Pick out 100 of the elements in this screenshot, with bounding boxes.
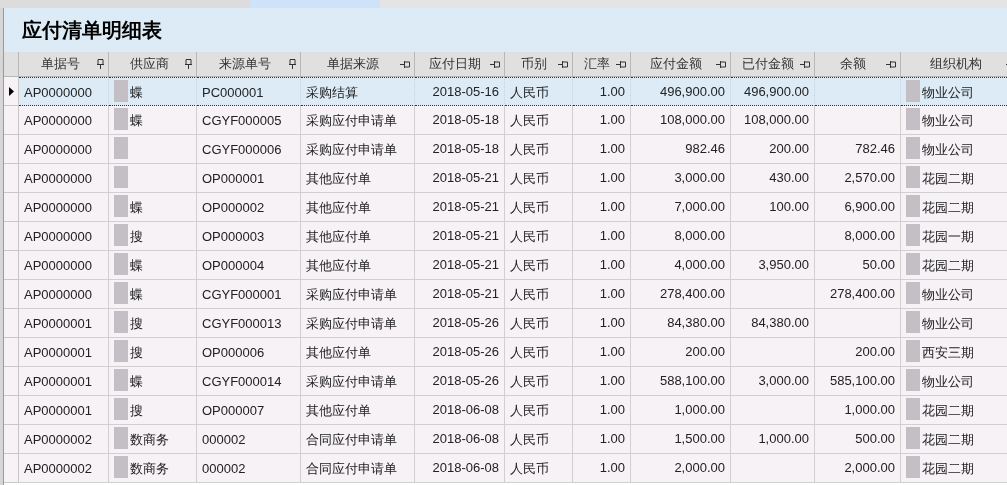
table-cell: AP0000000 <box>19 193 109 222</box>
current-row-icon <box>8 86 14 96</box>
table-cell: 蝶 <box>109 77 197 106</box>
pin-icon[interactable] <box>716 60 726 68</box>
pin-icon[interactable] <box>289 59 296 69</box>
pin-icon[interactable] <box>400 60 410 68</box>
table-cell: 花园二期 <box>901 164 1007 193</box>
redaction-block <box>114 456 128 478</box>
table-cell: CGYF000006 <box>197 135 301 164</box>
table-cell: AP0000000 <box>19 280 109 309</box>
table-cell: 496,900.00 <box>731 77 815 106</box>
redaction-block <box>906 108 920 130</box>
table-cell: 合同应付申请单 <box>301 425 415 454</box>
redaction-block <box>114 253 128 275</box>
table-cell: 人民币 <box>505 135 573 164</box>
table-cell: AP0000002 <box>19 425 109 454</box>
table-cell: 人民币 <box>505 280 573 309</box>
column-header[interactable]: 余额 <box>815 52 901 77</box>
table-cell: 000002 <box>197 454 301 483</box>
table-cell: 物业公司 <box>901 77 1007 106</box>
table-cell: 采购应付申请单 <box>301 309 415 338</box>
table-cell: 1.00 <box>573 251 631 280</box>
table-cell: 蝶 <box>109 106 197 135</box>
table-cell: CGYF000001 <box>197 280 301 309</box>
pin-icon[interactable] <box>185 59 192 69</box>
table-cell: 人民币 <box>505 251 573 280</box>
table-cell: 蝶 <box>109 280 197 309</box>
column-header[interactable]: 供应商 <box>109 52 197 77</box>
column-header[interactable]: 来源单号 <box>197 52 301 77</box>
table-cell: 108,000.00 <box>731 106 815 135</box>
table-cell: 2,570.00 <box>815 164 901 193</box>
table-cell: 人民币 <box>505 396 573 425</box>
column-header[interactable]: 单据号 <box>19 52 109 77</box>
redaction-block <box>906 398 920 420</box>
table-cell: 1.00 <box>573 135 631 164</box>
table-cell: 585,100.00 <box>815 367 901 396</box>
redaction-block <box>906 282 920 304</box>
table-cell: 花园二期 <box>901 425 1007 454</box>
pin-icon[interactable] <box>616 60 626 68</box>
table-cell: 1.00 <box>573 454 631 483</box>
table-cell: 其他应付单 <box>301 193 415 222</box>
column-header[interactable]: 组织机构 <box>901 52 1007 77</box>
table-cell: 花园二期 <box>901 251 1007 280</box>
table-cell: 1.00 <box>573 193 631 222</box>
table-cell: AP0000001 <box>19 338 109 367</box>
column-header[interactable]: 单据来源 <box>301 52 415 77</box>
table-cell: AP0000000 <box>19 106 109 135</box>
table-cell: 采购应付申请单 <box>301 367 415 396</box>
table-cell: 1.00 <box>573 309 631 338</box>
table-cell: 2018-06-08 <box>415 425 505 454</box>
pin-icon[interactable] <box>490 60 500 68</box>
table-cell: 搜 <box>109 222 197 251</box>
table-cell: 2018-05-21 <box>415 164 505 193</box>
row-header[interactable] <box>4 77 19 106</box>
table-cell: 人民币 <box>505 193 573 222</box>
column-header[interactable]: 应付金额 <box>631 52 731 77</box>
table-cell: 采购应付申请单 <box>301 135 415 164</box>
column-header[interactable]: 汇率 <box>573 52 631 77</box>
table-cell: OP000006 <box>197 338 301 367</box>
table-cell: 采购应付申请单 <box>301 280 415 309</box>
table-cell: 人民币 <box>505 454 573 483</box>
table-cell: 物业公司 <box>901 135 1007 164</box>
redaction-block <box>906 311 920 333</box>
table-cell: 1.00 <box>573 367 631 396</box>
column-header[interactable]: 应付日期 <box>415 52 505 77</box>
table-cell: 2018-05-21 <box>415 280 505 309</box>
pin-icon[interactable] <box>97 59 104 69</box>
table-cell: 2018-05-26 <box>415 367 505 396</box>
table-cell: AP0000002 <box>19 454 109 483</box>
column-header[interactable]: 币别 <box>505 52 573 77</box>
table-cell: 4,000.00 <box>631 251 731 280</box>
table-cell: OP000004 <box>197 251 301 280</box>
table-cell: 2018-05-26 <box>415 309 505 338</box>
table-cell: 200.00 <box>631 338 731 367</box>
table-cell: 其他应付单 <box>301 251 415 280</box>
table-cell: 2018-06-08 <box>415 396 505 425</box>
active-tab[interactable] <box>250 0 380 8</box>
table-cell: 2018-05-21 <box>415 222 505 251</box>
table-cell: 588,100.00 <box>631 367 731 396</box>
pin-icon[interactable] <box>800 60 810 68</box>
table-cell: 蝶 <box>109 193 197 222</box>
pin-icon[interactable] <box>558 60 568 68</box>
table-cell: 数商务 <box>109 425 197 454</box>
table-cell: 108,000.00 <box>631 106 731 135</box>
redaction-block <box>114 137 128 159</box>
table-cell: 人民币 <box>505 338 573 367</box>
table-cell: 2,000.00 <box>631 454 731 483</box>
table-cell: 1.00 <box>573 425 631 454</box>
table-cell: 200.00 <box>731 135 815 164</box>
table-cell: CGYF000013 <box>197 309 301 338</box>
table-cell: 1.00 <box>573 280 631 309</box>
table-cell: 8,000.00 <box>631 222 731 251</box>
table-cell: 782.46 <box>815 135 901 164</box>
table-cell: 2018-05-18 <box>415 106 505 135</box>
column-header[interactable]: 已付金额 <box>731 52 815 77</box>
table-cell: 人民币 <box>505 309 573 338</box>
table-cell: 搜 <box>109 338 197 367</box>
table-cell: 采购应付申请单 <box>301 106 415 135</box>
pin-icon[interactable] <box>886 60 896 68</box>
table-cell: 3,000.00 <box>731 367 815 396</box>
